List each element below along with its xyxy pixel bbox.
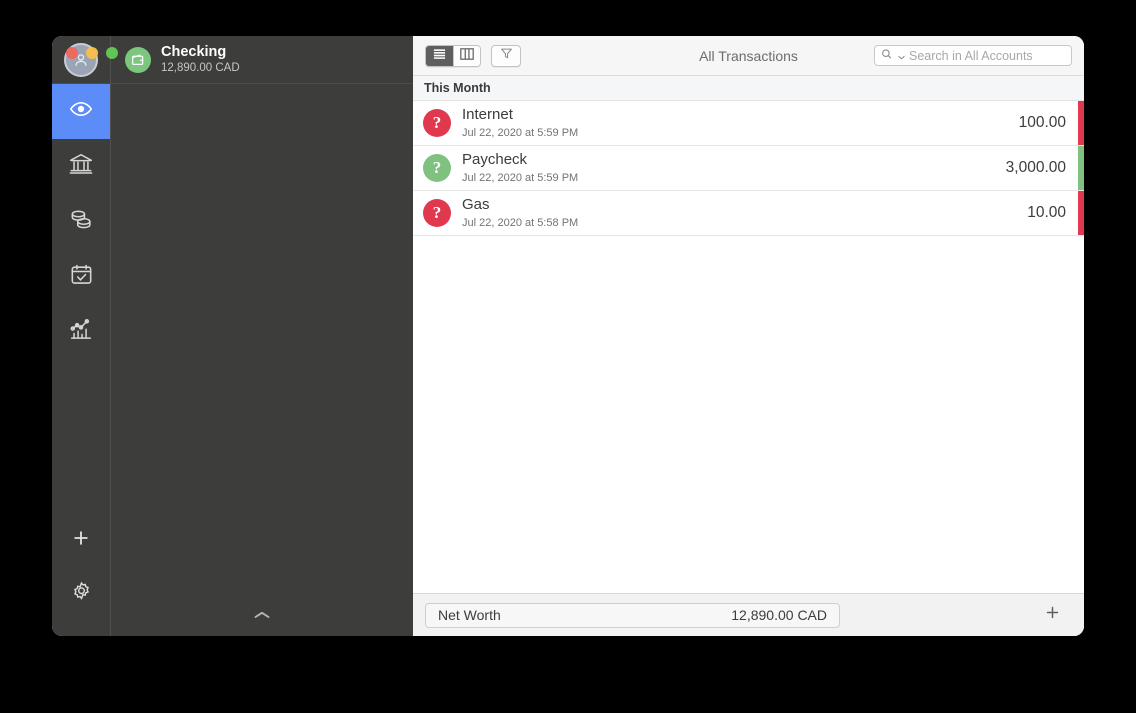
zoom-button[interactable] [106,47,118,59]
view-mode-segmented-control[interactable] [425,44,481,67]
sidebar-item-reports[interactable] [52,304,110,359]
transaction-date: Jul 22, 2020 at 5:59 PM [462,126,579,139]
minimize-button[interactable] [86,47,98,59]
transaction-title: Internet [462,106,513,124]
transaction-group-header: This Month [413,76,1084,101]
account-info: Checking 12,890.00 CAD [161,44,240,76]
table-row[interactable]: ? Internet Jul 22, 2020 at 5:59 PM 100.0… [413,101,1084,146]
avatar-container[interactable] [52,36,110,84]
sidebar-item-scheduled[interactable] [52,249,110,304]
table-row[interactable]: ? Gas Jul 22, 2020 at 5:58 PM 10.00 [413,191,1084,236]
net-worth-value: 12,890.00 CAD [731,607,827,623]
main-content: All Transactions Search in All Accounts [413,36,1084,636]
transaction-amount: 3,000.00 [1005,159,1066,176]
net-worth-summary[interactable]: Net Worth 12,890.00 CAD [425,602,840,628]
plus-icon [71,528,91,553]
net-worth-label: Net Worth [438,607,501,623]
rail-bottom-group [52,514,110,636]
settings-button[interactable] [52,567,110,620]
sidebar-item-overview[interactable] [52,84,110,139]
add-transaction-button[interactable] [1040,603,1064,627]
close-button[interactable] [66,47,78,59]
transaction-info: Paycheck Jul 22, 2020 at 5:59 PM [462,152,578,184]
toolbar: All Transactions Search in All Accounts [413,36,1084,76]
account-row-checking[interactable]: Checking 12,890.00 CAD [111,36,413,84]
chevron-down-icon[interactable] [898,47,905,65]
calendar-check-icon [69,262,94,292]
list-view-button[interactable] [426,45,453,66]
transaction-title: Gas [462,196,490,214]
transaction-date: Jul 22, 2020 at 5:59 PM [462,171,579,184]
account-balance: 12,890.00 CAD [161,62,240,75]
wallet-icon [125,46,151,73]
eye-icon [69,97,93,126]
transaction-amount: 100.00 [1018,114,1066,131]
question-mark-icon: ? [423,109,451,137]
transaction-status-bar [1078,191,1084,235]
footer-bar: Net Worth 12,890.00 CAD [413,593,1084,636]
chevron-up-icon [253,607,271,625]
navigation-rail [52,36,110,636]
accounts-collapse-bar[interactable] [111,596,413,636]
sidebar-item-accounts[interactable] [52,139,110,194]
column-view-button[interactable] [453,45,480,66]
desktop-background: Checking 12,890.00 CAD All Transactions … [0,0,1136,713]
coins-icon [68,206,94,237]
question-mark-icon: ? [423,154,451,182]
plus-icon [1044,604,1061,626]
filter-funnel-icon [500,47,513,65]
app-window: Checking 12,890.00 CAD All Transactions … [52,36,1084,636]
chart-icon [68,316,94,347]
accounts-panel: Checking 12,890.00 CAD [110,36,413,636]
search-placeholder: Search in All Accounts [909,48,1033,63]
list-view-icon [433,47,446,65]
account-name: Checking [161,43,227,60]
transaction-list: This Month ? Internet Jul 22, 2020 at 5:… [413,76,1084,593]
accounts-list-body [111,84,413,596]
search-icon [881,47,894,65]
transaction-info: Internet Jul 22, 2020 at 5:59 PM [462,107,578,139]
transaction-info: Gas Jul 22, 2020 at 5:58 PM [462,197,578,229]
gear-icon [70,580,93,608]
add-account-button[interactable] [52,514,110,567]
window-controls [66,47,118,59]
transaction-status-bar [1078,101,1084,145]
sidebar-item-budget[interactable] [52,194,110,249]
table-row[interactable]: ? Paycheck Jul 22, 2020 at 5:59 PM 3,000… [413,146,1084,191]
transaction-status-bar [1078,146,1084,190]
transaction-amount: 10.00 [1027,204,1066,221]
transaction-date: Jul 22, 2020 at 5:58 PM [462,216,579,229]
search-input[interactable]: Search in All Accounts [874,45,1072,66]
transaction-title: Paycheck [462,151,528,169]
column-view-icon [460,47,474,65]
filter-button[interactable] [491,44,521,67]
question-mark-icon: ? [423,199,451,227]
bank-icon [68,151,94,182]
